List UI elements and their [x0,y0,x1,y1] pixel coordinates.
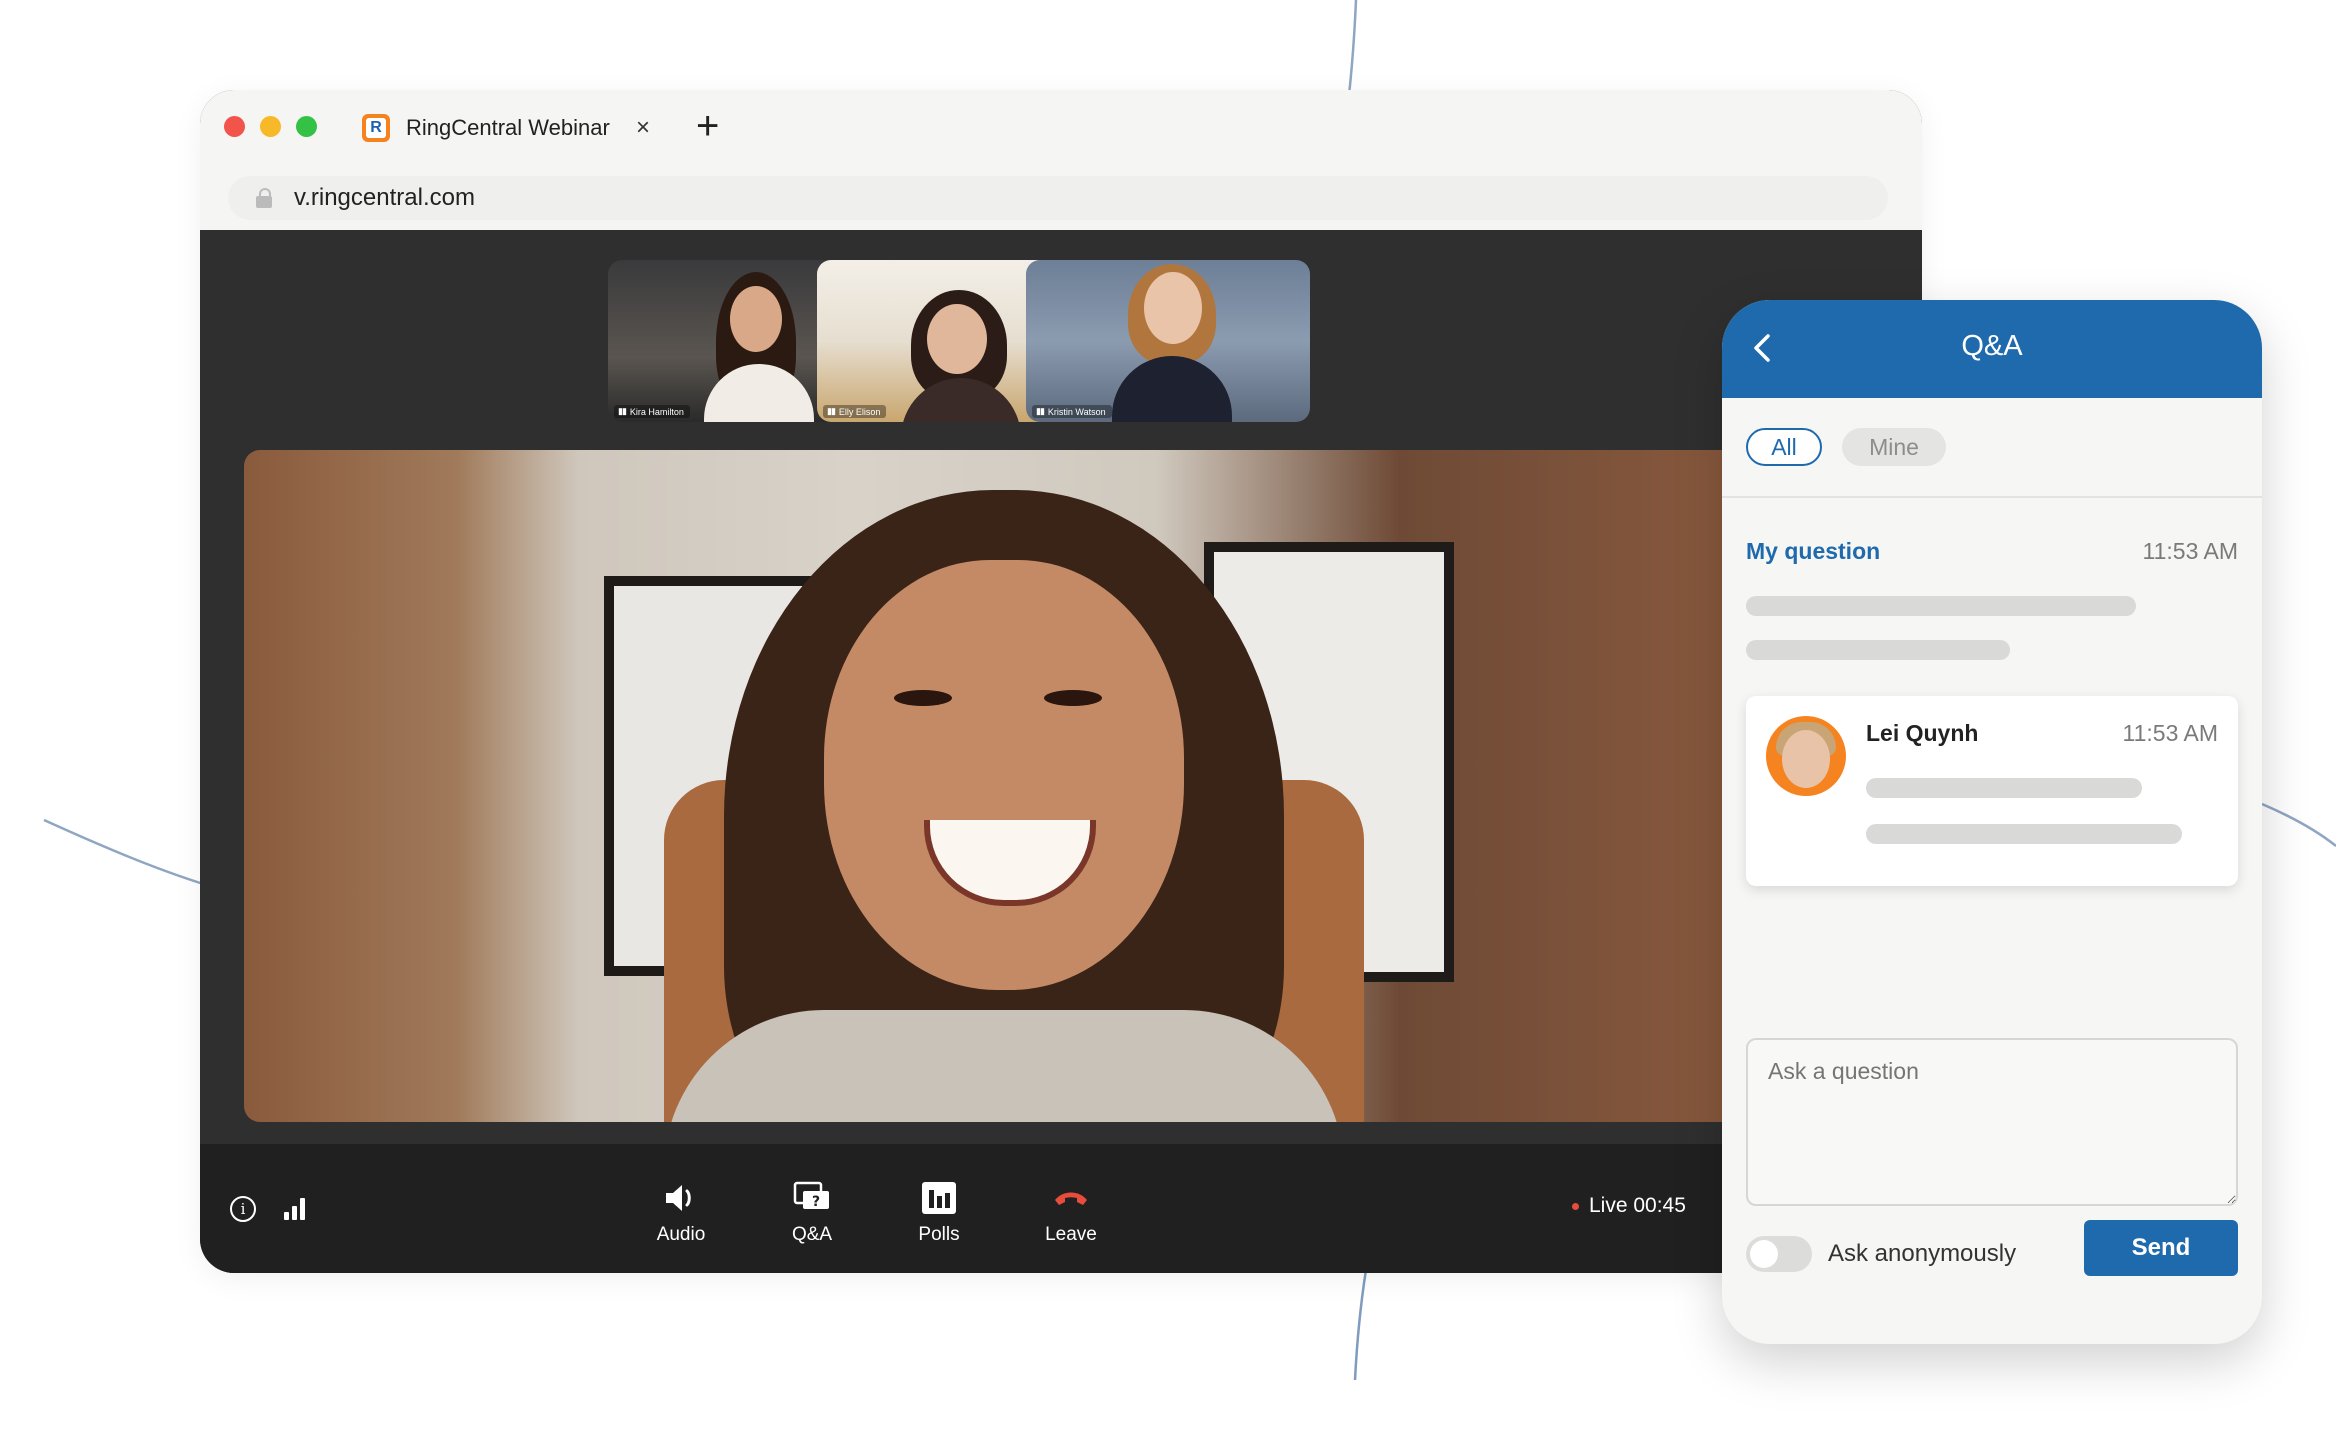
question-text-placeholder [1746,640,2010,660]
address-bar[interactable]: v.ringcentral.com [228,176,1888,220]
ringcentral-logo-icon: R [362,114,390,142]
audio-label: Audio [656,1224,706,1245]
participant-label: ▮▮ Kira Hamilton [614,405,690,418]
live-status: Live 00:45 [1572,1194,1686,1218]
polls-button[interactable]: Polls [894,1178,984,1246]
speaker-face [824,560,1184,990]
meeting-control-bar: i Audio ? Q&A Polls Leave Live 00:45 [200,1144,1922,1273]
answer-time: 11:53 AM [2122,720,2218,746]
audio-button[interactable]: Audio [636,1178,726,1246]
close-window-button[interactable] [224,116,245,137]
qa-icon: ? [767,1178,857,1218]
speaker-eye [894,690,952,706]
main-speaker-video[interactable] [244,450,1764,1122]
divider [1722,496,2262,498]
participant-thumbnail[interactable]: ▮▮ Kristin Watson [1026,260,1310,422]
qa-label: Q&A [791,1224,833,1245]
my-question-time: 11:53 AM [2142,538,2238,564]
answer-card: Lei Quynh 11:53 AM [1746,696,2238,886]
filter-all-tab[interactable]: All [1746,428,1822,466]
maximize-window-button[interactable] [296,116,317,137]
svg-text:?: ? [812,1194,820,1210]
question-text-placeholder [1746,596,2136,616]
answerer-name: Lei Quynh [1866,720,1979,746]
polls-icon [894,1178,984,1218]
new-tab-button[interactable]: + [696,104,719,148]
qa-button[interactable]: ? Q&A [767,1178,857,1246]
browser-chrome: R RingCentral Webinar × + v.ringcentral.… [200,90,1922,230]
participant-name: Kristin Watson [1047,406,1106,417]
ask-question-input[interactable] [1746,1038,2238,1206]
leave-button[interactable]: Leave [1026,1178,1116,1246]
anonymous-label: Ask anonymously [1828,1240,2017,1267]
tab-title: RingCentral Webinar [406,115,610,140]
url-text: v.ringcentral.com [294,184,475,211]
qa-title: Q&A [1961,330,2023,362]
speaker-eye [1044,690,1102,706]
participant-name: Kira Hamilton [629,406,684,417]
network-signal-icon[interactable] [284,1196,310,1220]
signal-icon: ▮▮ [1036,406,1045,416]
participant-label: ▮▮ Kristin Watson [1032,405,1112,418]
answer-text-placeholder [1866,778,2142,798]
my-question-label: My question [1746,538,1881,564]
tab-close-icon[interactable]: × [636,114,650,142]
speaker-icon [636,1178,726,1218]
browser-window: R RingCentral Webinar × + v.ringcentral.… [200,90,1922,1273]
signal-icon: ▮▮ [827,406,836,416]
filter-mine-tab[interactable]: Mine [1842,428,1946,466]
leave-label: Leave [1045,1224,1097,1245]
hang-up-icon [1026,1178,1116,1218]
send-button[interactable]: Send [2084,1220,2238,1276]
avatar [1766,716,1846,796]
signal-icon: ▮▮ [618,406,627,416]
minimize-window-button[interactable] [260,116,281,137]
browser-tab[interactable]: R RingCentral Webinar × [346,100,670,156]
favicon-letter: R [366,118,386,138]
lock-icon [256,188,272,208]
qa-panel: Q&A All Mine My question 11:53 AM Lei Qu… [1722,300,2262,1344]
live-indicator-icon [1572,1202,1579,1210]
qa-header: Q&A [1722,300,2262,398]
participant-label: ▮▮ Elly Elison [823,405,887,418]
live-timer: Live 00:45 [1589,1194,1686,1217]
polls-label: Polls [918,1224,960,1245]
info-icon[interactable]: i [230,1196,256,1222]
anonymous-toggle[interactable] [1746,1236,1812,1272]
speaker-shirt [664,1010,1344,1122]
answer-text-placeholder [1866,824,2182,844]
participant-name: Elly Elison [838,406,881,417]
